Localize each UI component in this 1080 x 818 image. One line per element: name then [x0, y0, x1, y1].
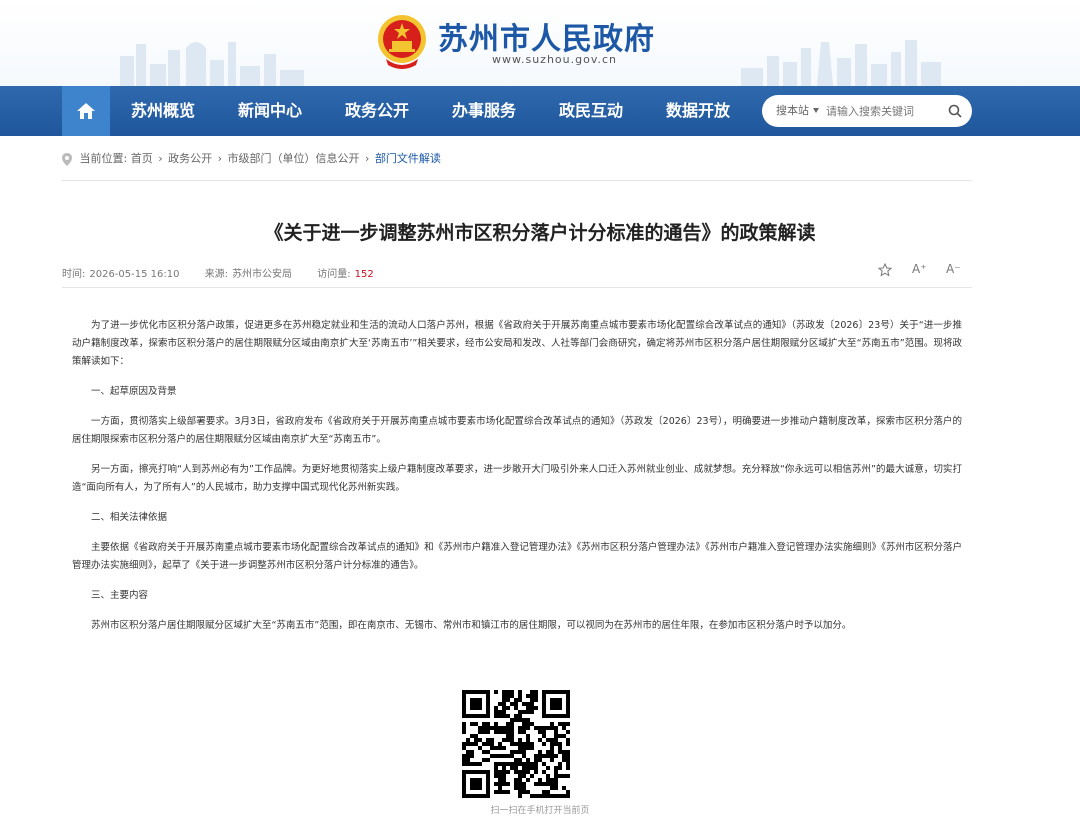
search-icon[interactable] — [948, 104, 962, 118]
views-label: 访问量: — [317, 269, 351, 280]
search-input[interactable] — [826, 102, 944, 120]
font-decrease-button[interactable]: A⁻ — [946, 262, 961, 276]
breadcrumb-home[interactable]: 首页 — [131, 152, 153, 165]
star-icon[interactable] — [878, 263, 892, 277]
site-url: www.suzhou.gov.cn — [492, 53, 618, 66]
skyline-right-decoration — [741, 40, 941, 86]
font-increase-button[interactable]: A⁺ — [912, 262, 927, 276]
nav-item-services[interactable]: 办事服务 — [452, 86, 516, 136]
source-label: 来源: — [204, 269, 229, 280]
paragraph-main-content: 苏州市区积分落户居住期限赋分区域扩大至“苏南五市”范围，即在南京市、无锡市、常州… — [91, 620, 852, 631]
site-name: 苏州市人民政府 — [438, 22, 655, 57]
skyline-left-decoration — [120, 42, 304, 86]
search-box: 搜本站 — [762, 95, 972, 127]
section-heading-main-content: 三、主要内容 — [91, 590, 149, 601]
article-body: 为了进一步优化市区积分落户政策，促进更多在苏州稳定就业和生活的流动人口落户苏州，… — [72, 317, 962, 647]
divider — [62, 287, 972, 288]
breadcrumb-current[interactable]: 部门文件解读 — [375, 152, 441, 165]
paragraph-legal-basis: 主要依据《省政府关于开展苏南重点城市要素市场化配置综合改革试点的通知》和《苏州市… — [72, 542, 962, 571]
publish-time: 2026-05-15 16:10 — [89, 269, 180, 280]
nav-item-open-data[interactable]: 数据开放 — [666, 86, 730, 136]
nav-item-overview[interactable]: 苏州概览 — [131, 86, 195, 136]
search-scope-select[interactable]: 搜本站 — [776, 95, 809, 127]
time-label: 时间: — [62, 269, 86, 280]
nav-home-button[interactable] — [62, 86, 110, 136]
article-meta: 时间: 2026-05-15 16:10 来源: 苏州市公安局 访问量: 152 — [62, 265, 378, 280]
nav-item-gov-affairs[interactable]: 政务公开 — [345, 86, 409, 136]
breadcrumb-gov-affairs[interactable]: 政务公开 — [168, 152, 212, 165]
breadcrumb-separator: › — [217, 152, 223, 165]
qr-caption: 扫一扫在手机打开当前页 — [490, 806, 590, 816]
breadcrumb-departments[interactable]: 市级部门（单位）信息公开 — [228, 152, 360, 165]
paragraph-intro: 为了进一步优化市区积分落户政策，促进更多在苏州稳定就业和生活的流动人口落户苏州，… — [72, 320, 962, 367]
divider — [62, 180, 972, 181]
breadcrumb-separator: › — [365, 152, 370, 165]
section-heading-legal-basis: 二、相关法律依据 — [91, 512, 168, 523]
home-icon — [77, 103, 95, 119]
breadcrumb-prefix: 当前位置: — [79, 152, 128, 165]
national-emblem-icon — [378, 15, 426, 69]
paragraph-background-1: 一方面，贯彻落实上级部署要求。3月3日，省政府发布《省政府关于开展苏南重点城市要… — [72, 416, 962, 445]
paragraph-background-2: 另一方面，擦亮打响“人到苏州必有为”工作品牌。为更好地贯彻落实上级户籍制度改革要… — [72, 464, 962, 493]
article-source: 苏州市公安局 — [232, 269, 293, 280]
location-pin-icon — [62, 152, 72, 166]
breadcrumb-separator: › — [158, 152, 163, 165]
article-title: 《关于进一步调整苏州市区积分落户计分标准的通告》的政策解读 — [264, 222, 816, 244]
nav-item-news[interactable]: 新闻中心 — [238, 86, 302, 136]
site-header: 苏州市人民政府 www.suzhou.gov.cn — [0, 0, 1080, 86]
nav-item-interaction[interactable]: 政民互动 — [559, 86, 623, 136]
main-nav: 苏州概览 新闻中心 政务公开 办事服务 政民互动 数据开放 搜本站 — [0, 86, 1080, 136]
qr-code — [462, 690, 570, 798]
chevron-down-icon — [813, 108, 819, 113]
view-count: 152 — [354, 269, 374, 280]
section-heading-background: 一、起草原因及背景 — [91, 386, 177, 397]
breadcrumb: 当前位置: 首页 › 政务公开 › 市级部门（单位）信息公开 › 部门文件解读 — [62, 150, 441, 166]
